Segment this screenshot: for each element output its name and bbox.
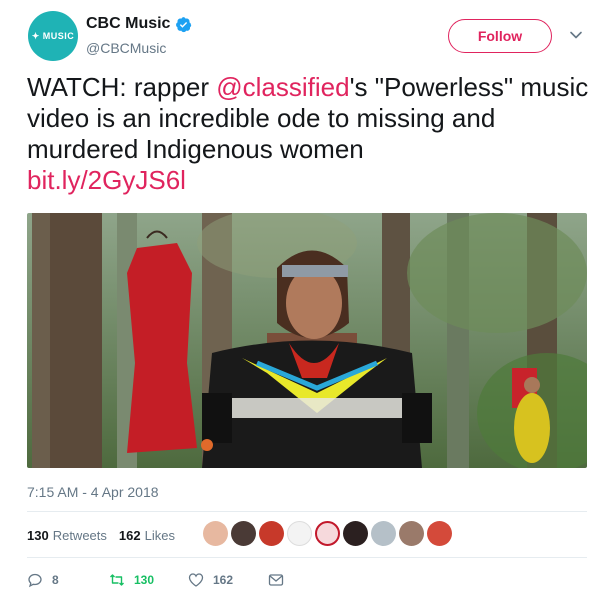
- tweet-text: WATCH: rapper @classified's "Powerless" …: [27, 72, 597, 196]
- engagement-stats: 130 Retweets 162 Likes: [27, 528, 187, 543]
- retweet-count: 130: [134, 573, 155, 587]
- reply-icon: [28, 573, 42, 588]
- liker-avatars: [203, 521, 455, 546]
- like-icon: [188, 573, 204, 587]
- name-row: CBC Music: [86, 15, 192, 33]
- video-frame: [27, 213, 587, 468]
- liker-avatar[interactable]: [287, 521, 312, 546]
- divider: [27, 511, 587, 512]
- retweet-icon: [110, 574, 124, 586]
- liker-avatar[interactable]: [371, 521, 396, 546]
- tweet-text-prefix: WATCH: rapper: [27, 72, 217, 102]
- liker-avatar[interactable]: [399, 521, 424, 546]
- video-thumbnail[interactable]: [27, 213, 587, 468]
- tweet-card: ✦ MUSIC CBC Music @CBCMusic Follow WATCH…: [0, 0, 616, 604]
- liker-avatar[interactable]: [427, 521, 452, 546]
- handle[interactable]: @CBCMusic: [86, 40, 166, 56]
- likes-count: 162: [118, 528, 141, 543]
- liker-avatar[interactable]: [315, 521, 340, 546]
- display-name[interactable]: CBC Music: [86, 15, 170, 33]
- direct-message-button[interactable]: [268, 572, 284, 588]
- verified-icon: [176, 16, 192, 32]
- retweets-stat[interactable]: 130 Retweets: [27, 528, 107, 543]
- tweet-timestamp[interactable]: 7:15 AM - 4 Apr 2018: [27, 484, 159, 500]
- reply-button[interactable]: 8: [27, 572, 59, 588]
- follow-button[interactable]: Follow: [448, 19, 552, 53]
- message-icon: [268, 574, 284, 586]
- avatar[interactable]: ✦ MUSIC: [28, 11, 78, 61]
- liker-avatar[interactable]: [343, 521, 368, 546]
- like-button[interactable]: 162: [188, 572, 233, 588]
- like-count: 162: [213, 573, 234, 587]
- likes-stat[interactable]: 162 Likes: [119, 528, 175, 543]
- retweets-label: Retweets: [52, 528, 107, 543]
- retweet-button[interactable]: 130: [109, 572, 154, 588]
- liker-avatar[interactable]: [259, 521, 284, 546]
- url-link[interactable]: bit.ly/2GyJS6l: [27, 165, 186, 195]
- chevron-down-icon[interactable]: [569, 28, 583, 42]
- divider: [27, 557, 587, 558]
- retweets-count: 130: [27, 528, 49, 543]
- avatar-logo: ✦ MUSIC: [31, 30, 75, 41]
- mention-link[interactable]: @classified: [216, 72, 349, 102]
- likes-label: Likes: [144, 528, 175, 543]
- liker-avatar[interactable]: [203, 521, 228, 546]
- liker-avatar[interactable]: [231, 521, 256, 546]
- reply-count: 8: [52, 573, 59, 587]
